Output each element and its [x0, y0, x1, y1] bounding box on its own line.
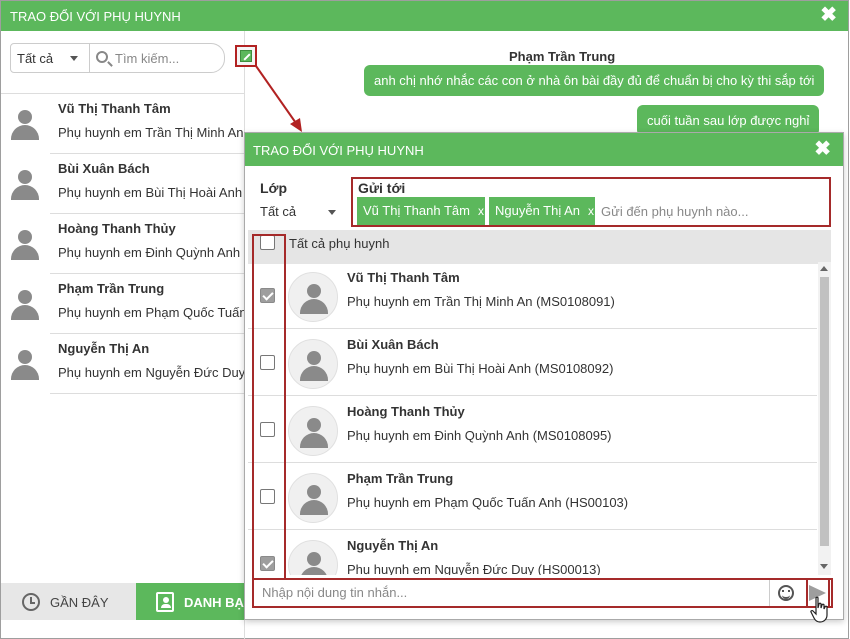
chevron-down-icon [70, 56, 78, 61]
clock-icon [22, 593, 40, 611]
parent-name: Vũ Thị Thanh Tâm [347, 270, 460, 285]
list-item[interactable]: Bùi Xuân Bách Phụ huynh em Bùi Thị Hoài … [248, 329, 817, 396]
list-item[interactable]: Phạm Trần Trung Phụ huynh em Phạm Quốc T… [248, 463, 817, 530]
chat-contact-name: Phạm Trần Trung [509, 49, 616, 64]
avatar [288, 540, 338, 575]
parent-subtitle: Phụ huynh em Bùi Thị Hoài Anh (MS0108092… [347, 361, 614, 376]
user-icon [9, 348, 41, 380]
contact-name: Nguyễn Thị An [58, 341, 150, 356]
class-select[interactable]: Tất cả [260, 204, 345, 219]
hand-cursor-icon [810, 596, 828, 623]
chat-area: Phạm Trần Trung anh chị nhớ nhắc các con… [270, 31, 850, 141]
avatar [288, 473, 338, 523]
list-item[interactable]: Vũ Thị Thanh Tâm Phụ huynh em Trần Thị M… [248, 262, 817, 329]
chevron-down-icon [328, 210, 336, 215]
list-item[interactable]: Phạm Trần Trung Phụ huynh em Phạm Quốc T… [1, 274, 247, 334]
avatar [288, 406, 338, 456]
select-all-row[interactable]: Tất cả phụ huynh [248, 230, 831, 264]
scrollbar[interactable] [818, 262, 831, 575]
remove-chip-icon[interactable]: x [588, 204, 594, 218]
scroll-up-icon[interactable] [820, 266, 828, 271]
recipient-chip[interactable]: Nguyễn Thị An x [489, 197, 595, 225]
dialog-title: TRAO ĐỔI VỚI PHỤ HUYNH [253, 143, 424, 158]
divider [769, 580, 770, 606]
contact-subtitle: Phụ huynh em Phạm Quốc Tuấn [58, 305, 247, 320]
search-input[interactable]: Tìm kiếm... [89, 43, 225, 73]
user-icon [9, 108, 41, 140]
user-icon [9, 228, 41, 260]
user-icon [298, 483, 330, 515]
scroll-down-icon[interactable] [820, 564, 828, 569]
class-value: Tất cả [260, 204, 297, 219]
parent-subtitle: Phụ huynh em Trần Thị Minh An (MS0108091… [347, 294, 615, 309]
user-icon [298, 416, 330, 448]
contact-book-icon [156, 592, 174, 612]
message-bubble: anh chị nhớ nhắc các con ở nhà ôn bài đầ… [364, 65, 825, 96]
list-item[interactable]: Hoàng Thanh Thủy Phụ huynh em Đinh Quỳnh… [248, 396, 817, 463]
contact-subtitle: Phụ huynh em Đinh Quỳnh Anh [58, 245, 241, 260]
contact-name: Vũ Thị Thanh Tâm [58, 101, 171, 116]
window-header: TRAO ĐỔI VỚI PHỤ HUYNH ✖ [1, 1, 848, 31]
user-icon [298, 349, 330, 381]
parent-name: Hoàng Thanh Thủy [347, 404, 465, 419]
emoji-icon[interactable] [778, 585, 794, 601]
close-icon[interactable]: ✖ [820, 5, 837, 25]
close-icon[interactable]: ✖ [814, 139, 831, 159]
contact-subtitle: Phụ huynh em Bùi Thị Hoài Anh [58, 185, 243, 200]
dialog-header: TRAO ĐỔI VỚI PHỤ HUYNH ✖ [245, 133, 843, 166]
tab-recent[interactable]: GẦN ĐÂY [1, 583, 136, 620]
contact-subtitle: Phụ huynh em Nguyễn Đức Duy [58, 365, 246, 380]
user-icon [9, 288, 41, 320]
search-icon [96, 51, 108, 63]
compose-icon [240, 50, 252, 62]
filter-value: Tất cả [17, 51, 54, 66]
compose-button[interactable] [235, 45, 257, 67]
list-item[interactable]: Nguyễn Thị An Phụ huynh em Nguyễn Đức Du… [248, 530, 817, 575]
window-title: TRAO ĐỔI VỚI PHỤ HUYNH [10, 9, 181, 24]
parent-subtitle: Phụ huynh em Nguyễn Đức Duy (HS00013) [347, 562, 601, 575]
sendto-label: Gửi tới [358, 180, 406, 196]
message-input[interactable]: Nhập nội dung tin nhắn... [256, 579, 769, 605]
class-label: Lớp [260, 180, 288, 196]
sendto-input[interactable]: Gửi đến phụ huynh nào... [601, 204, 748, 219]
chip-label: Nguyễn Thị An [495, 203, 581, 218]
search-placeholder: Tìm kiếm... [115, 51, 180, 66]
filter-select[interactable]: Tất cả [10, 43, 90, 73]
parent-subtitle: Phụ huynh em Phạm Quốc Tuấn Anh (HS00103… [347, 495, 629, 510]
parent-list: Vũ Thị Thanh Tâm Phụ huynh em Trần Thị M… [248, 262, 831, 575]
parent-name: Nguyễn Thị An [347, 538, 439, 553]
contact-name: Phạm Trần Trung [58, 281, 165, 296]
parent-name: Phạm Trần Trung [347, 471, 454, 486]
contact-name: Hoàng Thanh Thủy [58, 221, 176, 236]
tab-contacts[interactable]: DANH BẠ [136, 583, 246, 620]
user-icon [298, 550, 330, 575]
user-icon [298, 282, 330, 314]
list-item[interactable]: Hoàng Thanh Thủy Phụ huynh em Đinh Quỳnh… [1, 214, 244, 274]
chip-label: Vũ Thị Thanh Tâm [363, 203, 470, 218]
scroll-thumb[interactable] [820, 277, 829, 546]
contact-name: Bùi Xuân Bách [58, 161, 150, 176]
highlight-box [252, 234, 286, 580]
user-icon [9, 168, 41, 200]
parent-subtitle: Phụ huynh em Đinh Quỳnh Anh (MS0108095) [347, 428, 612, 443]
tab-recent-label: GẦN ĐÂY [50, 595, 109, 610]
avatar [288, 339, 338, 389]
select-all-label: Tất cả phụ huynh [289, 236, 390, 251]
avatar [288, 272, 338, 322]
list-item[interactable]: Bùi Xuân Bách Phụ huynh em Bùi Thị Hoài … [1, 154, 244, 214]
parent-name: Bùi Xuân Bách [347, 337, 439, 352]
list-item[interactable]: Nguyễn Thị An Phụ huynh em Nguyễn Đức Du… [1, 334, 246, 394]
remove-chip-icon[interactable]: x [478, 204, 484, 218]
recipient-chip[interactable]: Vũ Thị Thanh Tâm x [357, 197, 485, 225]
tab-contacts-label: DANH BẠ [184, 595, 244, 610]
compose-dialog: TRAO ĐỔI VỚI PHỤ HUYNH ✖ Lớp Tất cả Gửi … [244, 132, 844, 623]
list-item[interactable]: Vũ Thị Thanh Tâm Phụ huynh em Trần Thị M… [1, 94, 244, 154]
contacts-panel: Tất cả Tìm kiếm... Vũ Thị Thanh Tâm Phụ … [1, 31, 257, 639]
bottom-tabs: GẦN ĐÂY DANH BẠ [1, 583, 246, 620]
contact-subtitle: Phụ huynh em Trần Thị Minh An [58, 125, 244, 140]
contact-list: Vũ Thị Thanh Tâm Phụ huynh em Trần Thị M… [1, 93, 247, 394]
